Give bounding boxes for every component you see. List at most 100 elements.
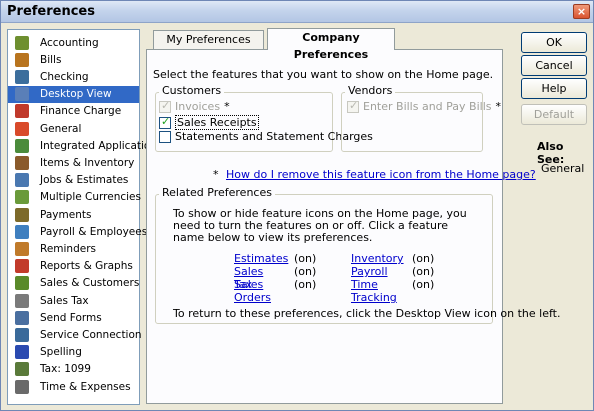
sidebar-item-payroll-employees[interactable]: Payroll & Employees bbox=[8, 223, 147, 240]
remove-feature-icon-help-link[interactable]: How do I remove this feature icon from t… bbox=[226, 168, 536, 181]
sidebar-item-label: Payroll & Employees bbox=[40, 225, 148, 238]
default-button[interactable]: Default bbox=[521, 104, 587, 125]
sidebar-item-time-expenses[interactable]: Time & Expenses bbox=[8, 378, 139, 395]
related-preferences-label: Related Preferences bbox=[159, 186, 275, 199]
sales-receipts-label: Sales Receipts bbox=[175, 115, 259, 130]
accounting-icon bbox=[15, 35, 29, 50]
title-bar[interactable]: Preferences × bbox=[1, 1, 593, 23]
sidebar-item-reminders[interactable]: Reminders bbox=[8, 240, 139, 257]
sidebar-item-label: Jobs & Estimates bbox=[40, 174, 129, 187]
items-inventory-icon bbox=[15, 155, 29, 170]
sidebar-item-accounting[interactable]: Accounting bbox=[8, 34, 139, 51]
sidebar-item-sales-tax[interactable]: Sales Tax bbox=[8, 292, 139, 309]
preferences-window: Preferences × Accounting Bills Checking Des… bbox=[0, 0, 594, 411]
sidebar-item-label: Integrated Applications bbox=[40, 139, 163, 152]
ok-button[interactable]: OK bbox=[521, 32, 587, 53]
sidebar-item-multiple-currencies[interactable]: Multiple Currencies bbox=[8, 189, 141, 206]
sidebar-item-integrated-apps[interactable]: Integrated Applications bbox=[8, 137, 162, 154]
sidebar-item-label: Accounting bbox=[40, 36, 99, 49]
sidebar-item-send-forms[interactable]: Send Forms bbox=[8, 309, 139, 326]
enter-bills-checkbox[interactable]: ✓ bbox=[347, 99, 359, 113]
related-preferences-footer: To return to these preferences, click th… bbox=[173, 307, 561, 320]
estimates-status: (on) bbox=[294, 252, 317, 265]
close-button[interactable]: × bbox=[573, 4, 590, 19]
sidebar-item-bills[interactable]: Bills bbox=[8, 51, 139, 68]
sidebar-item-label: Time & Expenses bbox=[40, 380, 131, 393]
invoices-label: Invoices bbox=[175, 100, 221, 113]
sidebar-item-tax-1099[interactable]: Tax: 1099 bbox=[8, 361, 139, 378]
reports-graphs-icon bbox=[15, 259, 29, 274]
invoices-checkbox-row[interactable]: ✓ Invoices * bbox=[159, 99, 230, 113]
payroll-pref-link[interactable]: Payroll bbox=[351, 265, 388, 278]
sidebar-item-finance-charge[interactable]: Finance Charge bbox=[8, 103, 139, 120]
sidebar-item-general[interactable]: General bbox=[8, 120, 139, 137]
sidebar-item-label: Reports & Graphs bbox=[40, 260, 133, 273]
sidebar-item-reports-graphs[interactable]: Reports & Graphs bbox=[8, 258, 139, 275]
sales-orders-status: (on) bbox=[294, 278, 317, 291]
sidebar-item-label: Tax: 1099 bbox=[40, 363, 91, 376]
bills-icon bbox=[15, 52, 29, 67]
customers-group-label: Customers bbox=[159, 84, 225, 97]
sidebar-item-label: Sales & Customers bbox=[40, 277, 140, 290]
close-icon[interactable]: × bbox=[577, 5, 586, 18]
help-link-row: * How do I remove this feature icon from… bbox=[213, 168, 536, 181]
sidebar-item-label: Service Connection bbox=[40, 328, 142, 341]
checking-icon bbox=[15, 69, 29, 84]
sidebar-item-checking[interactable]: Checking bbox=[8, 68, 139, 85]
sidebar-item-label: Multiple Currencies bbox=[40, 191, 141, 204]
sidebar-item-desktop-view[interactable]: Desktop View bbox=[8, 85, 139, 103]
sidebar-item-jobs-estimates[interactable]: Jobs & Estimates bbox=[8, 172, 139, 189]
sidebar-item-label: Payments bbox=[40, 208, 92, 221]
sales-tax-icon bbox=[15, 293, 29, 308]
enter-bills-checkbox-row[interactable]: ✓ Enter Bills and Pay Bills * bbox=[347, 99, 502, 113]
spelling-icon bbox=[15, 345, 29, 360]
time-tracking-status: (on) bbox=[412, 278, 435, 291]
sidebar-item-label: Bills bbox=[40, 53, 62, 66]
payroll-status: (on) bbox=[412, 265, 435, 278]
estimates-pref-link[interactable]: Estimates bbox=[234, 252, 288, 265]
sales-receipts-checkbox[interactable]: ✓ bbox=[159, 115, 171, 129]
inventory-status: (on) bbox=[412, 252, 435, 265]
preferences-category-list: Accounting Bills Checking Desktop View Finan… bbox=[7, 29, 162, 405]
related-preferences-text: To show or hide feature icons on the Hom… bbox=[173, 207, 467, 244]
sidebar-item-label: Items & Inventory bbox=[40, 156, 135, 169]
sidebar-item-service-connection[interactable]: Service Connection bbox=[8, 326, 142, 343]
enter-bills-marker: * bbox=[495, 100, 502, 113]
intro-text: Select the features that you want to sho… bbox=[153, 68, 494, 81]
sidebar-item-items-inventory[interactable]: Items & Inventory bbox=[8, 154, 139, 171]
tab-my-preferences[interactable]: My Preferences bbox=[153, 30, 264, 49]
invoices-marker: * bbox=[224, 100, 230, 113]
sidebar-item-sales-customers[interactable]: Sales & Customers bbox=[8, 275, 139, 292]
sidebar-item-label: Sales Tax bbox=[40, 294, 89, 307]
sales-receipts-checkbox-row[interactable]: ✓ Sales Receipts bbox=[159, 115, 259, 130]
sidebar-item-label: Finance Charge bbox=[40, 105, 122, 118]
general-icon bbox=[15, 121, 29, 136]
tab-my-preferences-label: My Preferences bbox=[166, 33, 251, 46]
jobs-estimates-icon bbox=[15, 173, 29, 188]
statements-checkbox[interactable] bbox=[159, 130, 171, 143]
payments-icon bbox=[15, 207, 29, 222]
inventory-pref-link[interactable]: Inventory bbox=[351, 252, 404, 265]
tab-company-preferences[interactable]: Company Preferences bbox=[267, 28, 395, 61]
sidebar-item-spelling[interactable]: Spelling bbox=[8, 344, 139, 361]
tab-company-preferences-label: Company Preferences bbox=[293, 31, 369, 61]
integrated-apps-icon bbox=[15, 138, 29, 153]
sales-customers-icon bbox=[15, 276, 29, 291]
invoices-checkbox[interactable]: ✓ bbox=[159, 99, 171, 113]
sidebar-item-payments[interactable]: Payments bbox=[8, 206, 139, 223]
sales-orders-pref-link[interactable]: Sales Orders bbox=[234, 278, 271, 304]
sidebar-item-label: Desktop View bbox=[40, 88, 112, 101]
time-tracking-pref-link[interactable]: Time Tracking bbox=[351, 278, 397, 304]
sidebar-item-label: Checking bbox=[40, 70, 89, 83]
desktop-view-icon bbox=[15, 87, 29, 102]
sidebar-item-label: General bbox=[40, 122, 82, 135]
cancel-button[interactable]: Cancel bbox=[521, 55, 587, 76]
tax-1099-icon bbox=[15, 362, 29, 377]
vendors-group-label: Vendors bbox=[345, 84, 396, 97]
multiple-currencies-icon bbox=[15, 190, 29, 205]
finance-charge-icon bbox=[15, 104, 29, 119]
also-see-general-link[interactable]: General bbox=[541, 162, 584, 175]
window-title: Preferences bbox=[7, 4, 95, 19]
sales-tax-status: (on) bbox=[294, 265, 317, 278]
help-button[interactable]: Help bbox=[521, 78, 587, 99]
